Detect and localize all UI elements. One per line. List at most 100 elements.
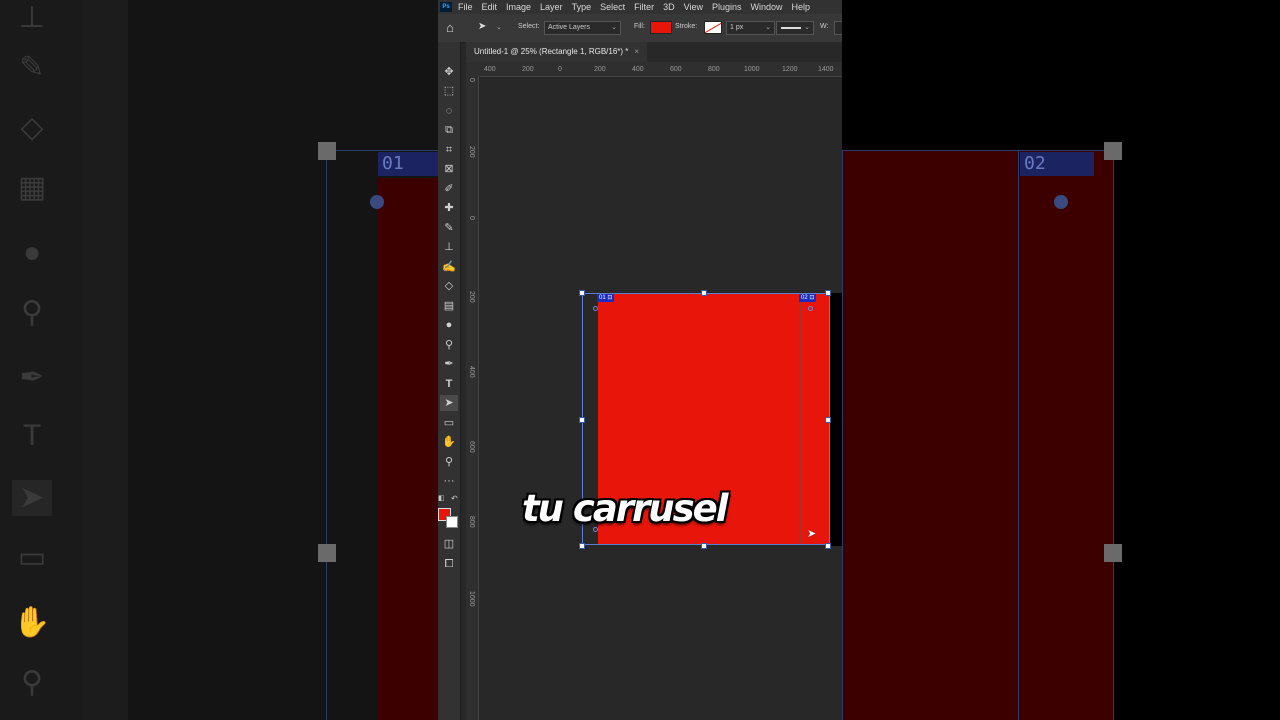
frame-icon[interactable]: ⊠ — [440, 161, 458, 177]
rectangle-icon: ▭ — [17, 541, 47, 574]
move-icon[interactable]: ✥ — [440, 64, 458, 80]
transform-handle-right[interactable] — [825, 417, 831, 423]
transform-handle-top[interactable] — [701, 290, 707, 296]
screen-mode-icon[interactable]: ⧠ — [440, 556, 458, 572]
background-canvas: 01 — [128, 0, 438, 720]
cursor-icon: ➤ — [807, 528, 817, 540]
document-tab[interactable]: Untitled-1 @ 25% (Rectangle 1, RGB/16*) … — [466, 42, 648, 62]
type-icon: T — [22, 419, 42, 452]
menu-image[interactable]: Image — [506, 2, 531, 12]
history-brush-icon: ✎ — [19, 51, 45, 84]
background-color-swatch[interactable] — [446, 516, 458, 528]
background-handle — [1104, 544, 1122, 562]
menu-type[interactable]: Type — [572, 2, 592, 12]
type-icon[interactable]: T — [440, 376, 458, 392]
zoom-icon[interactable]: ⚲ — [440, 454, 458, 470]
menu-layer[interactable]: Layer — [540, 2, 563, 12]
background-anchor — [370, 195, 384, 209]
healing-brush-icon[interactable]: ✚ — [440, 200, 458, 216]
video-caption: tu carrusel — [522, 487, 728, 530]
marquee-icon[interactable]: ⬚ — [440, 83, 458, 99]
more-tools-icon[interactable]: ··· — [440, 473, 458, 489]
horizontal-ruler[interactable]: 400 200 0 200 400 600 800 1000 1200 1400 — [480, 62, 842, 77]
ruler-corner — [466, 62, 480, 76]
menu-edit[interactable]: Edit — [482, 2, 498, 12]
chevron-down-icon[interactable]: ⌄ — [496, 23, 502, 31]
menu-window[interactable]: Window — [751, 2, 783, 12]
document-tab-title: Untitled-1 @ 25% (Rectangle 1, RGB/16*) … — [474, 47, 629, 56]
eraser-icon: ◇ — [20, 111, 44, 144]
menu-filter[interactable]: Filter — [634, 2, 654, 12]
blur-icon[interactable]: ● — [440, 317, 458, 333]
rectangle-icon[interactable]: ▭ — [440, 415, 458, 431]
ruler-label: 800 — [468, 516, 475, 528]
stroke-size-field[interactable]: 1 px ⌄ — [726, 21, 775, 35]
ruler-label: 800 — [708, 66, 720, 73]
dodge-icon[interactable]: ⚲ — [440, 337, 458, 353]
ruler-label: 1000 — [744, 66, 760, 73]
background-red-fill — [378, 178, 438, 720]
lasso-icon[interactable]: ◌ — [440, 103, 458, 119]
width-label: W: — [820, 23, 829, 30]
tools-panel: ✥ ⬚ ◌ ⧉ ⌗ ⊠ ✐ ✚ ✎ ⊥ ✍ ◇ ▤ ● ⚲ ✒ T ➤ ▭ ✋ … — [438, 42, 461, 720]
history-brush-icon[interactable]: ✍ — [440, 259, 458, 275]
path-select-icon: ➤ — [12, 480, 52, 516]
hand-icon[interactable]: ✋ — [440, 434, 458, 450]
document-tab-bar: Untitled-1 @ 25% (Rectangle 1, RGB/16*) … — [466, 42, 842, 63]
stroke-swatch[interactable] — [704, 21, 722, 34]
corner-radius-anchor[interactable] — [808, 306, 813, 311]
clone-stamp-icon[interactable]: ⊥ — [440, 239, 458, 255]
corner-radius-anchor[interactable] — [593, 306, 598, 311]
artboard-badge-01: 01 ⊡ — [597, 294, 615, 302]
default-colors-icon[interactable]: ◧ — [438, 494, 445, 502]
menu-view[interactable]: View — [684, 2, 703, 12]
menu-3d[interactable]: 3D — [663, 2, 675, 12]
select-dropdown[interactable]: Active Layers ⌄ — [544, 21, 621, 35]
no-stroke-icon — [705, 22, 721, 33]
chevron-down-icon: ⌄ — [611, 24, 617, 31]
transform-handle-bottom[interactable] — [701, 543, 707, 549]
transform-handle-bottom-right[interactable] — [825, 543, 831, 549]
brush-icon[interactable]: ✎ — [440, 220, 458, 236]
transform-handle-left[interactable] — [579, 417, 585, 423]
menu-file[interactable]: File — [458, 2, 473, 12]
path-select-icon[interactable]: ➤ — [440, 395, 458, 411]
artboard-badge-02: 02 ⊡ — [799, 294, 817, 302]
pen-icon[interactable]: ✒ — [440, 356, 458, 372]
eyedropper-icon[interactable]: ✐ — [440, 181, 458, 197]
options-bar: ⌂ ➤ ⌄ Select: Active Layers ⌄ Fill: Stro… — [438, 14, 842, 43]
artboard-black-area[interactable] — [830, 293, 842, 546]
background-badge-01: 01 — [378, 152, 438, 176]
transform-handle-bottom-left[interactable] — [579, 543, 585, 549]
photoshop-window: Ps File Edit Image Layer Type Select Fil… — [438, 0, 842, 720]
document-canvas[interactable]: 01 ⊡ 02 ⊡ ➤ — [479, 77, 842, 720]
width-field[interactable] — [834, 21, 842, 35]
fill-swatch[interactable] — [650, 21, 672, 34]
object-select-icon[interactable]: ⧉ — [440, 122, 458, 138]
path-select-tool-icon[interactable]: ➤ — [478, 21, 486, 32]
ruler-label: 600 — [468, 441, 475, 453]
ruler-label: 0 — [468, 78, 475, 82]
home-icon[interactable]: ⌂ — [446, 20, 454, 35]
background-handle — [318, 544, 336, 562]
transform-handle-top-left[interactable] — [579, 290, 585, 296]
chevron-down-icon: ⌄ — [804, 24, 810, 31]
background-artboard-frame — [842, 150, 1114, 720]
eraser-icon[interactable]: ◇ — [440, 278, 458, 294]
gradient-icon[interactable]: ▤ — [440, 298, 458, 314]
select-label: Select: — [518, 23, 540, 30]
swap-colors-icon[interactable]: ↶ — [451, 494, 458, 503]
quick-mask-icon[interactable]: ◫ — [440, 536, 458, 552]
chevron-down-icon: ⌄ — [765, 24, 771, 31]
menu-help[interactable]: Help — [792, 2, 811, 12]
transform-handle-top-right[interactable] — [825, 290, 831, 296]
fill-label: Fill: — [634, 23, 645, 30]
crop-icon[interactable]: ⌗ — [440, 142, 458, 158]
stroke-type-dropdown[interactable]: ⌄ — [776, 21, 814, 35]
close-icon[interactable]: × — [634, 47, 639, 56]
background-zoom-left: ⊥ ✎ ◇ ▦ ● ⚲ ✒ T ➤ ▭ ✋ ⚲ 01 — [0, 0, 438, 720]
menu-plugins[interactable]: Plugins — [712, 2, 742, 12]
pen-icon: ✒ — [19, 361, 45, 394]
vertical-ruler[interactable]: 0 200 0 200 400 600 800 1000 — [466, 76, 479, 720]
menu-select[interactable]: Select — [600, 2, 625, 12]
